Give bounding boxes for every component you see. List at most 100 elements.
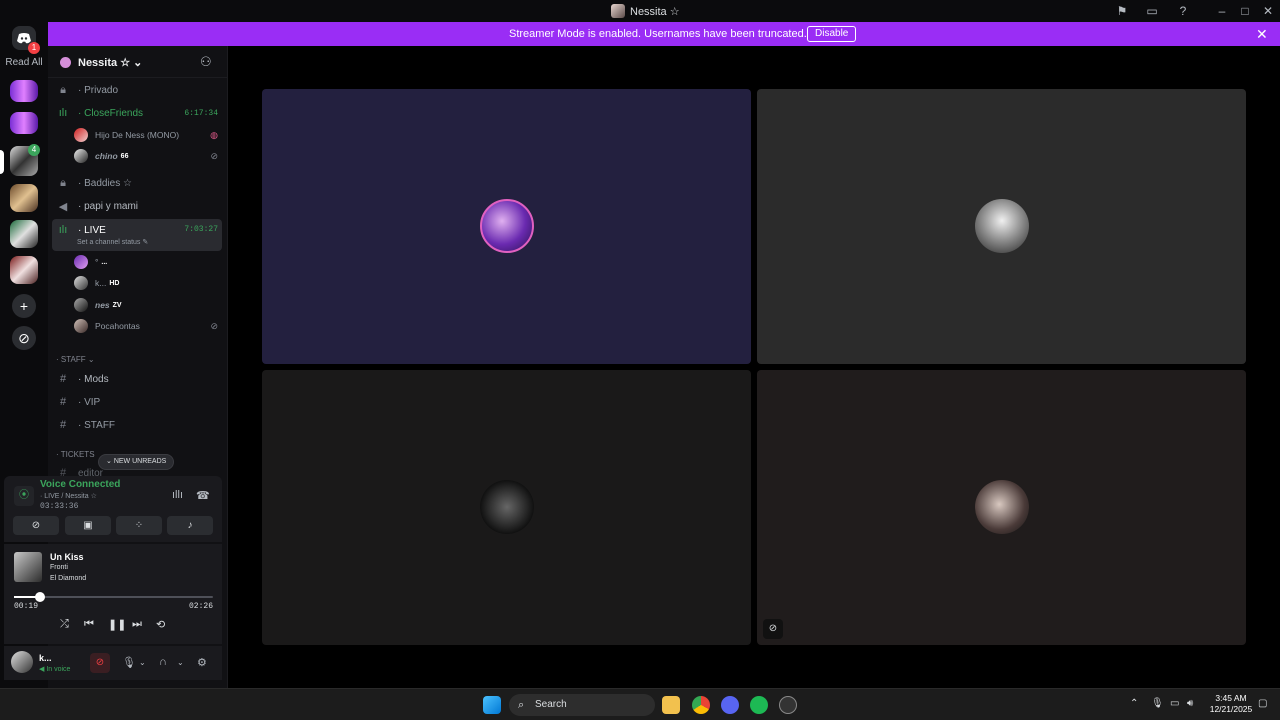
- camera-button[interactable]: ⊘: [13, 516, 59, 535]
- server-icon[interactable]: [10, 112, 38, 134]
- app-icon[interactable]: [779, 696, 797, 714]
- help-icon[interactable]: ?: [1175, 3, 1191, 19]
- server-folder-icon[interactable]: [10, 256, 38, 284]
- server-avatar-icon: [611, 4, 625, 18]
- close-banner-icon[interactable]: ✕: [1256, 26, 1268, 42]
- show-hidden-icons-icon[interactable]: ⌃: [1130, 698, 1138, 709]
- connection-signal-icon[interactable]: ⦿: [14, 486, 34, 506]
- user-name[interactable]: k...: [39, 653, 52, 663]
- disable-streamer-button[interactable]: Disable: [807, 26, 857, 42]
- progress-bar[interactable]: [14, 592, 213, 602]
- channel-vip[interactable]: # · VIP: [52, 392, 222, 412]
- window-titlebar: Nessita ☆ ⚑ ▭ ? – □ ✕: [0, 0, 1280, 22]
- new-unreads-pill[interactable]: ⌄ NEW UNREADS: [98, 454, 175, 470]
- channel-papi-y-mami[interactable]: ◀︎ · papi y mami: [52, 196, 222, 216]
- channel-live[interactable]: ılı · LIVE 7:03:27 Set a channel status …: [52, 219, 222, 251]
- clock[interactable]: 3:45 AM 12/21/2025: [1208, 693, 1254, 715]
- channel-status[interactable]: Set a channel status ✎: [77, 238, 148, 246]
- server-folder-icon[interactable]: [10, 184, 38, 212]
- repeat-icon[interactable]: ⟲: [156, 618, 165, 631]
- discord-app-icon[interactable]: [721, 696, 739, 714]
- voice-user-name: nes: [95, 300, 110, 310]
- banner-message: Streamer Mode is enabled. Usernames have…: [509, 28, 807, 40]
- participant-tile[interactable]: ⊘: [757, 370, 1246, 645]
- disconnect-icon[interactable]: ☎︎: [196, 489, 210, 502]
- server-folder-icon[interactable]: [10, 220, 38, 248]
- participant-tile[interactable]: [757, 89, 1246, 364]
- discover-icon[interactable]: ⊘: [12, 326, 36, 350]
- album-art[interactable]: [14, 552, 42, 582]
- avatar[interactable]: [11, 651, 33, 673]
- inbox-flag-icon[interactable]: ⚑: [1114, 3, 1130, 19]
- song-duration: 02:26: [189, 602, 214, 611]
- microphone-icon[interactable]: 🎙︎: [122, 656, 136, 669]
- screen-share-button[interactable]: ▣: [65, 516, 111, 535]
- lock-icon: 🔒︎: [60, 83, 66, 96]
- headphones-icon[interactable]: ∩: [159, 656, 167, 668]
- file-explorer-icon[interactable]: [662, 696, 680, 714]
- avatar: [480, 480, 534, 534]
- microphone-tray-icon[interactable]: 🎙︎: [1151, 698, 1164, 709]
- folder-badge: 4: [28, 144, 40, 156]
- channel-mods[interactable]: # · Mods: [52, 369, 222, 389]
- voice-user[interactable]: Pocahontas ⊘: [74, 317, 220, 335]
- start-icon[interactable]: [483, 696, 501, 714]
- volume-icon[interactable]: 🔊︎: [1187, 698, 1193, 709]
- server-folder-icon[interactable]: 4: [10, 144, 40, 176]
- channel-privado[interactable]: 🔒︎ · Privado: [52, 80, 222, 100]
- minimize-icon[interactable]: –: [1214, 3, 1230, 19]
- network-icon[interactable]: ▭: [1170, 698, 1179, 709]
- channel-closefriends[interactable]: ılı · CloseFriends 6:17:34: [52, 103, 222, 123]
- shuffle-icon[interactable]: ⤮: [60, 618, 69, 631]
- game-activity-icon[interactable]: ⊘: [90, 653, 110, 673]
- user-tag: HD: [109, 279, 120, 287]
- server-name: Nessita ☆ ⌄: [78, 57, 143, 69]
- avatar: [74, 255, 88, 269]
- voice-user[interactable]: chino 66 ⊘: [74, 147, 220, 165]
- song-album[interactable]: El Diamond: [50, 575, 86, 582]
- home-button[interactable]: 1: [12, 26, 40, 54]
- soundboard-button[interactable]: ♪: [167, 516, 213, 535]
- voice-user[interactable]: Hijo De Ness (MONO) ◍: [74, 126, 220, 144]
- spotify-icon[interactable]: [750, 696, 768, 714]
- activities-button[interactable]: ⁘: [116, 516, 162, 535]
- noise-suppression-icon[interactable]: ıllı: [172, 489, 183, 501]
- chrome-icon[interactable]: [692, 696, 710, 714]
- invite-people-icon[interactable]: ⚇: [200, 54, 212, 70]
- voice-status[interactable]: Voice Connected: [40, 479, 120, 490]
- notifications-icon[interactable]: ▢: [1258, 698, 1267, 709]
- maximize-icon[interactable]: □: [1237, 3, 1253, 19]
- chevron-down-icon[interactable]: ⌄: [177, 658, 184, 667]
- category-staff[interactable]: · STAFF ⌄: [56, 355, 95, 364]
- avatar: [74, 128, 88, 142]
- progress-handle[interactable]: [34, 592, 45, 602]
- server-icon[interactable]: [10, 80, 38, 102]
- read-all-button[interactable]: Read All: [0, 57, 48, 68]
- channel-baddies[interactable]: 🔒︎ · Baddies ☆: [52, 173, 222, 193]
- channel-timer: 7:03:27: [184, 225, 218, 234]
- close-window-icon[interactable]: ✕: [1260, 3, 1276, 19]
- inbox-icon[interactable]: ▭: [1144, 3, 1160, 19]
- next-track-icon[interactable]: ⏭︎: [132, 618, 142, 631]
- add-server-button[interactable]: +: [12, 294, 36, 318]
- search-input[interactable]: ⌕ Search: [509, 694, 655, 716]
- avatar: [74, 319, 88, 333]
- voice-user[interactable]: k... HD: [74, 274, 220, 292]
- voice-user[interactable]: ° ...: [74, 253, 220, 271]
- participant-tile[interactable]: [262, 89, 751, 364]
- server-header[interactable]: Nessita ☆ ⌄ ⚇: [48, 46, 228, 78]
- participant-tile[interactable]: [262, 370, 751, 645]
- category-tickets[interactable]: · TICKETS: [56, 450, 95, 459]
- channel-label: · Privado: [78, 84, 119, 96]
- song-title[interactable]: Un Kiss: [50, 552, 84, 562]
- voice-user[interactable]: nes ZV: [74, 296, 220, 314]
- song-artist[interactable]: Fronti: [50, 564, 68, 571]
- voice-user-name: Hijo De Ness (MONO): [95, 130, 180, 140]
- gear-icon[interactable]: ⚙: [197, 656, 207, 669]
- chevron-down-icon[interactable]: ⌄: [139, 658, 146, 667]
- speaker-icon: ◀︎: [58, 200, 68, 213]
- channel-staff[interactable]: # · STAFF: [52, 415, 222, 435]
- pause-icon[interactable]: ❚❚: [108, 618, 126, 631]
- previous-track-icon[interactable]: ⏮︎: [84, 618, 94, 631]
- voice-channel-link[interactable]: · LIVE / Nessita ☆: [40, 492, 97, 500]
